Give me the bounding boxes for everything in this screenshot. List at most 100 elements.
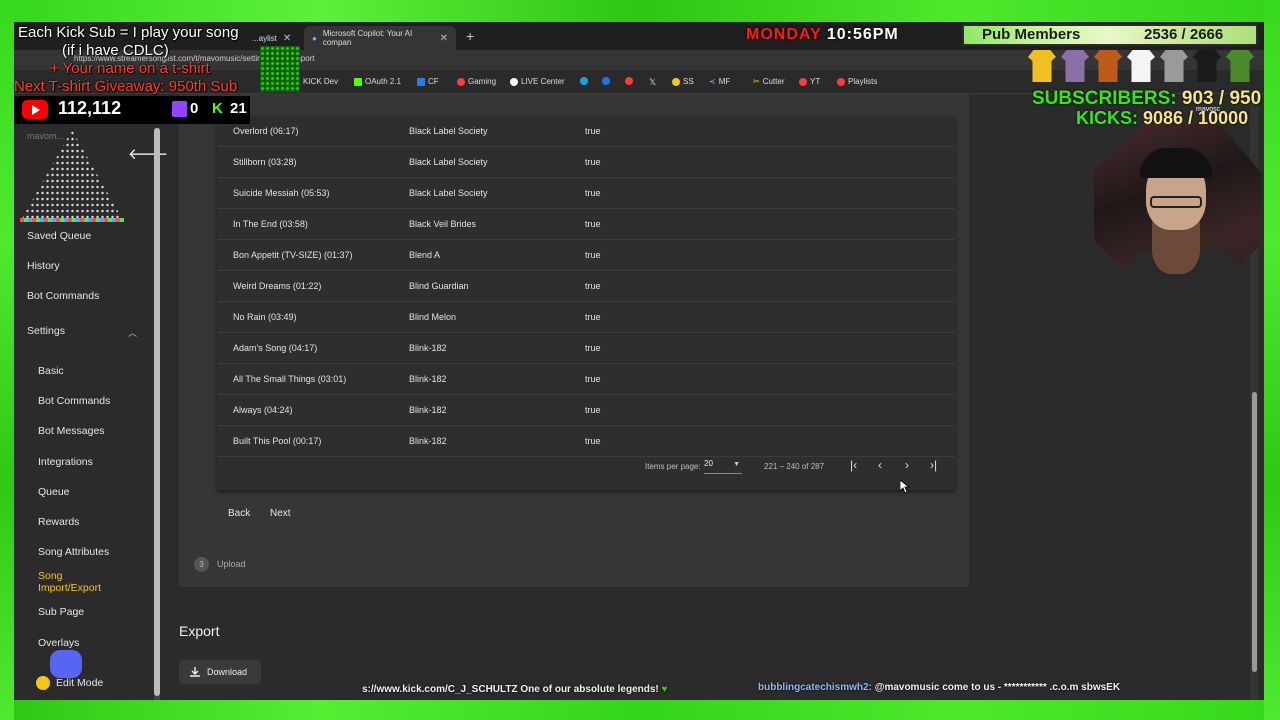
youtube-icon (625, 77, 633, 85)
next-button[interactable]: Next (270, 508, 291, 519)
sidebar-item-bot-messages[interactable]: Bot Messages (38, 425, 105, 437)
greenscreen-frame-left (0, 0, 14, 720)
overlay-line-sub-song: Each Kick Sub = I play your song (18, 24, 239, 41)
sidebar-item-queue[interactable]: Queue (38, 486, 70, 498)
youtube-icon (22, 100, 48, 119)
sidebar-item-song-attributes[interactable]: Song Attributes (38, 546, 109, 558)
sidebar-item-history[interactable]: History (27, 260, 60, 272)
table-row[interactable]: Overlord (06:17) Black Label Society true (217, 116, 955, 147)
tshirt-icon (1127, 50, 1155, 82)
table-row[interactable]: Suicide Messiah (05:53) Black Label Socie… (217, 178, 955, 209)
song-title: Weird Dreams (01:22) (233, 281, 322, 291)
sidebar-item-sub-page[interactable]: Sub Page (38, 606, 84, 618)
first-page-icon[interactable]: |‹ (850, 458, 857, 472)
bookmark-oauth[interactable]: OAuth 2.1 (354, 77, 401, 86)
table-row[interactable]: Bon Appetit (TV-SIZE) (01:37) Blend A true (217, 240, 955, 271)
bookmark-live-center[interactable]: LIVE Center (510, 77, 565, 86)
bookmark-cutter[interactable]: ✂ Cutter (753, 77, 785, 86)
previous-page-icon[interactable]: ‹ (878, 458, 882, 472)
bookmark-label: SS (683, 77, 694, 86)
sidebar-item-bot-commands[interactable]: Bot Commands (27, 290, 99, 302)
back-button[interactable]: Back (228, 508, 250, 519)
tab-copilot[interactable]: ● Microsoft Copilot: Your AI compan ✕ (304, 26, 456, 50)
twitch-count: 0 (190, 100, 199, 117)
table-row[interactable]: Built This Pool (00:17) Blink-182 true (217, 426, 955, 457)
bookmark-label: CF (428, 77, 439, 86)
song-title: Built This Pool (00:17) (233, 436, 322, 446)
coin-icon (36, 676, 50, 690)
overlay-line-giveaway: Next T-shirt Giveaway: 950th Sub (14, 78, 238, 95)
main-scrollbar-thumb[interactable] (1252, 392, 1257, 672)
sidebar-item-integrations[interactable]: Integrations (38, 456, 93, 468)
download-button[interactable]: Download (179, 660, 261, 684)
arrow-left-icon[interactable]: 🡐 (128, 144, 168, 163)
bookmark-x[interactable]: 𝕏 (649, 77, 656, 88)
tiktok-icon (510, 77, 518, 86)
chevron-up-icon[interactable]: ︿ (128, 326, 137, 339)
tab-label: ...aylist (252, 33, 277, 43)
bookmark-mf[interactable]: ≺ MF (709, 77, 730, 86)
facebook-icon (602, 77, 610, 85)
table-row[interactable]: All The Small Things (03:01) Blink-182 tru… (217, 364, 955, 395)
sidebar-item-saved-queue[interactable]: Saved Queue (27, 230, 91, 242)
items-per-page-select[interactable]: 20 ▼ (704, 459, 742, 474)
song-title: Stillborn (03:28) (233, 157, 297, 167)
song-flag: true (585, 436, 601, 446)
song-flag: true (585, 126, 601, 136)
step-upload-label[interactable]: Upload (217, 559, 246, 569)
sidebar-item-overlays[interactable]: Overlays (38, 637, 79, 649)
song-artist: Blind Melon (409, 312, 457, 322)
song-flag: true (585, 312, 601, 322)
song-title: In The End (03:58) (233, 219, 308, 229)
bookmark-label: Cutter (762, 77, 785, 86)
close-icon[interactable]: ✕ (283, 33, 291, 44)
table-row[interactable]: Always (04:24) Blink-182 true (217, 395, 955, 426)
table-row[interactable]: In The End (03:58) Black Veil Brides true (217, 209, 955, 240)
song-artist: Black Label Society (409, 188, 488, 198)
tshirt-icon (1193, 50, 1221, 82)
song-flag: true (585, 250, 601, 260)
bookmark-facebook[interactable] (602, 77, 610, 85)
last-page-icon[interactable]: ›| (930, 458, 937, 472)
tshirt-icon (1160, 50, 1188, 82)
kick-icon (354, 77, 362, 86)
chat-ticker-left: s://www.kick.com/C_J_SCHULTZ One of our … (362, 684, 667, 695)
kick-count: 21 (230, 100, 247, 117)
table-row[interactable]: Stillborn (03:28) Black Label Society true (217, 147, 955, 178)
bookmark-cf[interactable]: CF (417, 77, 439, 86)
day-time-display: MONDAY 10:56PM (746, 26, 899, 44)
youtube-count: 112,112 (58, 98, 122, 118)
ticker-url: s://www.kick.com/C_J_SCHULTZ (362, 684, 518, 695)
copilot-icon: ● (312, 33, 317, 43)
bookmark-youtube[interactable] (625, 77, 633, 85)
sidebar-item-edit-mode[interactable]: Edit Mode (56, 677, 103, 689)
table-row[interactable]: No Rain (03:49) Blind Melon true (217, 302, 955, 333)
greenscreen-frame-right (1264, 0, 1280, 720)
sidebar-item-settings-bot-commands[interactable]: Bot Commands (38, 395, 110, 407)
kick-icon: K (212, 100, 223, 117)
sidebar-item-song-import-export[interactable]: Song Import/Export (38, 570, 112, 594)
next-page-icon[interactable]: › (905, 458, 909, 472)
subscribers-counter: SUBSCRIBERS: 903 / 950 (1032, 88, 1261, 110)
tshirt-icon (1061, 50, 1089, 82)
pub-members-count: 2536 / 2666 (1144, 26, 1224, 43)
table-row[interactable]: Weird Dreams (01:22) Blind Guardian true (217, 271, 955, 302)
song-title: Adam's Song (04:17) (233, 343, 318, 353)
bookmark-playlists[interactable]: Playlists (837, 77, 877, 86)
table-row[interactable]: Adam's Song (04:17) Blink-182 true (217, 333, 955, 364)
sidebar-item-rewards[interactable]: Rewards (38, 516, 79, 528)
close-icon[interactable]: ✕ (440, 33, 448, 44)
sidebar-item-settings[interactable]: Settings (27, 325, 65, 337)
overlay-line-tshirt: + Your name on a t-shirt (50, 60, 210, 77)
song-artist: Black Veil Brides (409, 219, 477, 229)
bookmark-gaming[interactable]: Gaming (457, 77, 496, 86)
sidebar-scrollbar-thumb[interactable] (154, 128, 160, 696)
song-title: Suicide Messiah (05:53) (233, 188, 330, 198)
song-title: All The Small Things (03:01) (233, 374, 347, 384)
new-tab-icon[interactable]: + (466, 28, 474, 44)
greenscreen-frame-bottom (0, 700, 1280, 720)
sidebar-item-basic[interactable]: Basic (38, 365, 64, 377)
bookmark-skype[interactable] (580, 77, 588, 85)
bookmark-yt[interactable]: YT (799, 77, 820, 86)
bookmark-ss[interactable]: SS (672, 77, 694, 86)
